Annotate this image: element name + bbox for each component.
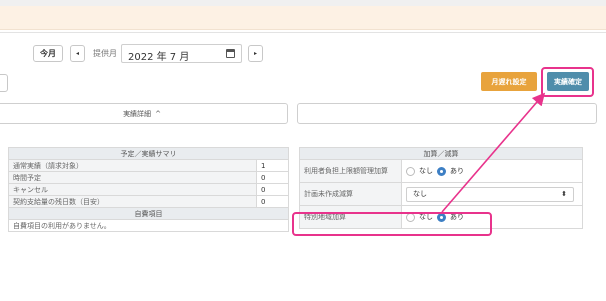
annotation-arrow: [441, 92, 546, 213]
